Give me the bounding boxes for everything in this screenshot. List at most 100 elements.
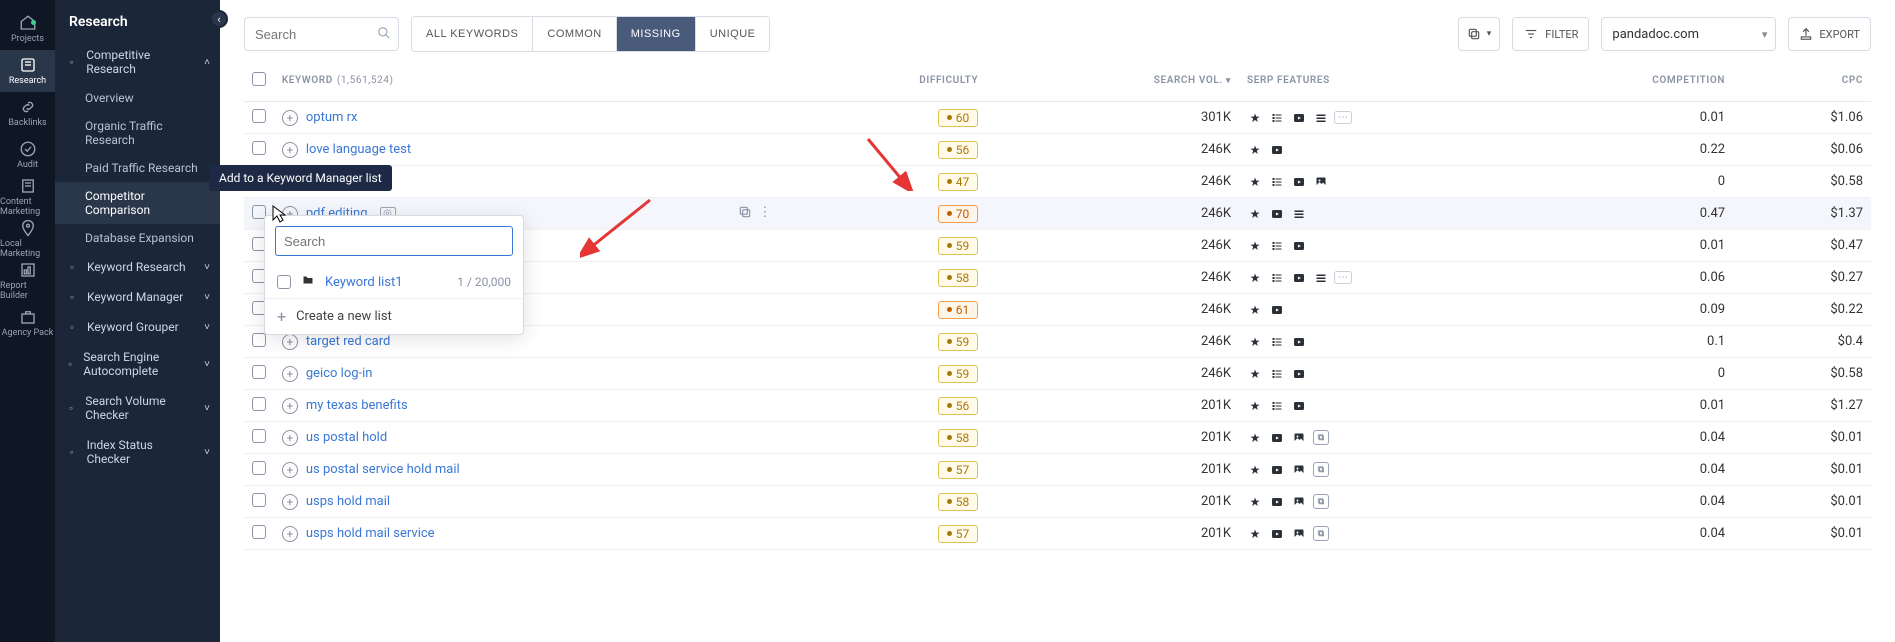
competition-value: 0.01 [1503, 390, 1733, 422]
serp-star-icon: ★ [1247, 175, 1263, 189]
nav-keyword-manager[interactable]: ◦Keyword Manager˅ [55, 282, 220, 312]
col-search-vol[interactable]: SEARCH VOL. ▾ [986, 60, 1239, 102]
domain-select[interactable]: pandadoc.com [1601, 17, 1776, 51]
difficulty-badge: 58 [938, 493, 979, 511]
row-checkbox[interactable] [252, 333, 266, 347]
rail-local-marketing[interactable]: Local Marketing [0, 218, 55, 260]
serp-lines-icon [1313, 271, 1329, 285]
serp-video-icon [1291, 175, 1307, 189]
filter-button-label: FILTER [1545, 28, 1578, 41]
serp-star-icon: ★ [1247, 143, 1263, 157]
export-button[interactable]: EXPORT [1788, 17, 1871, 51]
col-difficulty[interactable]: DIFFICULTY [779, 60, 986, 102]
serp-features: ★ [1247, 303, 1495, 317]
nav-sub-overview[interactable]: Overview [55, 84, 220, 112]
nav-sv-checker[interactable]: ◦Search Volume Checker˅ [55, 386, 220, 430]
add-to-list-icon[interactable]: + [282, 526, 298, 542]
col-keyword[interactable]: KEYWORD(1,561,524) [274, 60, 780, 102]
col-competition[interactable]: COMPETITION [1503, 60, 1733, 102]
serp-video-icon [1291, 239, 1307, 253]
more-icon[interactable]: ⋮ [758, 205, 771, 223]
table-row: +geico log-in59246K★0$0.58 [244, 358, 1871, 390]
serp-features: ★ [1247, 335, 1495, 349]
filter-button[interactable]: FILTER [1512, 17, 1589, 51]
tab-missing[interactable]: MISSING [617, 17, 696, 51]
cpc-value: $0.22 [1733, 294, 1871, 326]
nav-se-autocomplete[interactable]: ◦Search Engine Autocomplete˅ [55, 342, 220, 386]
copy-columns-button[interactable]: ▾ [1458, 17, 1501, 51]
search-volume-value: 246K [986, 230, 1239, 262]
serp-video-icon [1291, 367, 1307, 381]
row-checkbox[interactable] [252, 109, 266, 123]
keyword-link[interactable]: my texas benefits [306, 398, 408, 413]
copy-icon[interactable] [738, 205, 752, 223]
row-checkbox[interactable] [252, 461, 266, 475]
select-all-checkbox[interactable] [252, 72, 266, 86]
tab-unique[interactable]: UNIQUE [696, 17, 770, 51]
popover-search-input[interactable] [275, 226, 513, 256]
add-to-list-icon[interactable]: + [282, 494, 298, 510]
rail-audit[interactable]: Audit [0, 134, 55, 176]
cpc-value: $0.01 [1733, 486, 1871, 518]
cpc-value: $0.47 [1733, 230, 1871, 262]
col-serp[interactable]: SERP FEATURES [1239, 60, 1503, 102]
nav-competitive-research[interactable]: ◦Competitive Research˄ [55, 40, 220, 84]
nav-keyword-grouper[interactable]: ◦Keyword Grouper˅ [55, 312, 220, 342]
popover-create-label: Create a new list [296, 309, 392, 324]
collapse-sidebar-button[interactable]: ‹ [210, 10, 228, 28]
keyword-link[interactable]: us postal hold [306, 430, 387, 445]
nav-icon: ◦ [65, 55, 78, 69]
keyword-link[interactable]: optum rx [306, 110, 358, 125]
nav-index-status[interactable]: ◦Index Status Checker˅ [55, 430, 220, 474]
keyword-link[interactable]: usps hold mail service [306, 526, 435, 541]
search-volume-value: 201K [986, 422, 1239, 454]
col-cpc[interactable]: CPC [1733, 60, 1871, 102]
keyword-link[interactable]: love language test [306, 142, 411, 157]
popover-create-list[interactable]: + Create a new list [265, 298, 523, 334]
popover-list-item[interactable]: Keyword list1 1 / 20,000 [265, 266, 523, 298]
row-checkbox[interactable] [252, 429, 266, 443]
serp-img-icon [1313, 175, 1329, 189]
table-wrap[interactable]: KEYWORD(1,561,524) DIFFICULTY SEARCH VOL… [220, 60, 1895, 642]
serp-star-icon: ★ [1247, 399, 1263, 413]
tab-all-keywords[interactable]: ALL KEYWORDS [412, 17, 533, 51]
row-checkbox[interactable] [252, 365, 266, 379]
add-to-list-icon[interactable]: + [282, 398, 298, 414]
keyword-link[interactable]: usps hold mail [306, 494, 390, 509]
nav-sub-paid-traffic[interactable]: Paid Traffic Research [55, 154, 220, 182]
add-to-list-icon[interactable]: + [282, 142, 298, 158]
add-to-list-icon[interactable]: + [282, 462, 298, 478]
nav-sub-organic-traffic[interactable]: Organic Traffic Research [55, 112, 220, 154]
keyword-link[interactable]: us postal service hold mail [306, 462, 460, 477]
rail-projects[interactable]: Projects [0, 8, 55, 50]
rail-report-builder[interactable]: Report Builder [0, 260, 55, 302]
serp-list-icon [1269, 271, 1285, 285]
row-checkbox[interactable] [252, 141, 266, 155]
popover-list-checkbox[interactable] [277, 275, 291, 289]
rail-backlinks[interactable]: Backlinks [0, 92, 55, 134]
toolbar-search-input[interactable] [244, 17, 399, 51]
main-panel: ALL KEYWORDSCOMMONMISSINGUNIQUE ▾ FILTER… [220, 0, 1895, 642]
row-checkbox[interactable] [252, 493, 266, 507]
nav-sub-database-expansion[interactable]: Database Expansion [55, 224, 220, 252]
competition-value: 0.06 [1503, 262, 1733, 294]
rail-content-marketing[interactable]: Content Marketing [0, 176, 55, 218]
tab-common[interactable]: COMMON [533, 17, 616, 51]
add-to-list-icon[interactable]: + [282, 366, 298, 382]
rail-agency-pack[interactable]: Agency Pack [0, 302, 55, 344]
rail-research[interactable]: Research [0, 50, 55, 92]
keyword-link[interactable]: geico log-in [306, 366, 373, 381]
nav-keyword-research[interactable]: ◦Keyword Research˅ [55, 252, 220, 282]
keyword-link[interactable]: target red card [306, 334, 391, 349]
nav-sub-competitor-comparison[interactable]: Competitor Comparison [55, 182, 220, 224]
add-to-list-icon[interactable]: + [282, 430, 298, 446]
serp-features: ★⋯ [1247, 111, 1495, 125]
competition-value: 0 [1503, 358, 1733, 390]
serp-img-icon [1291, 463, 1307, 477]
row-checkbox[interactable] [252, 397, 266, 411]
serp-lines-icon [1291, 207, 1307, 221]
row-checkbox[interactable] [252, 525, 266, 539]
add-to-list-icon[interactable]: + [282, 110, 298, 126]
serp-video-icon [1269, 431, 1285, 445]
add-to-list-icon[interactable]: + [282, 334, 298, 350]
